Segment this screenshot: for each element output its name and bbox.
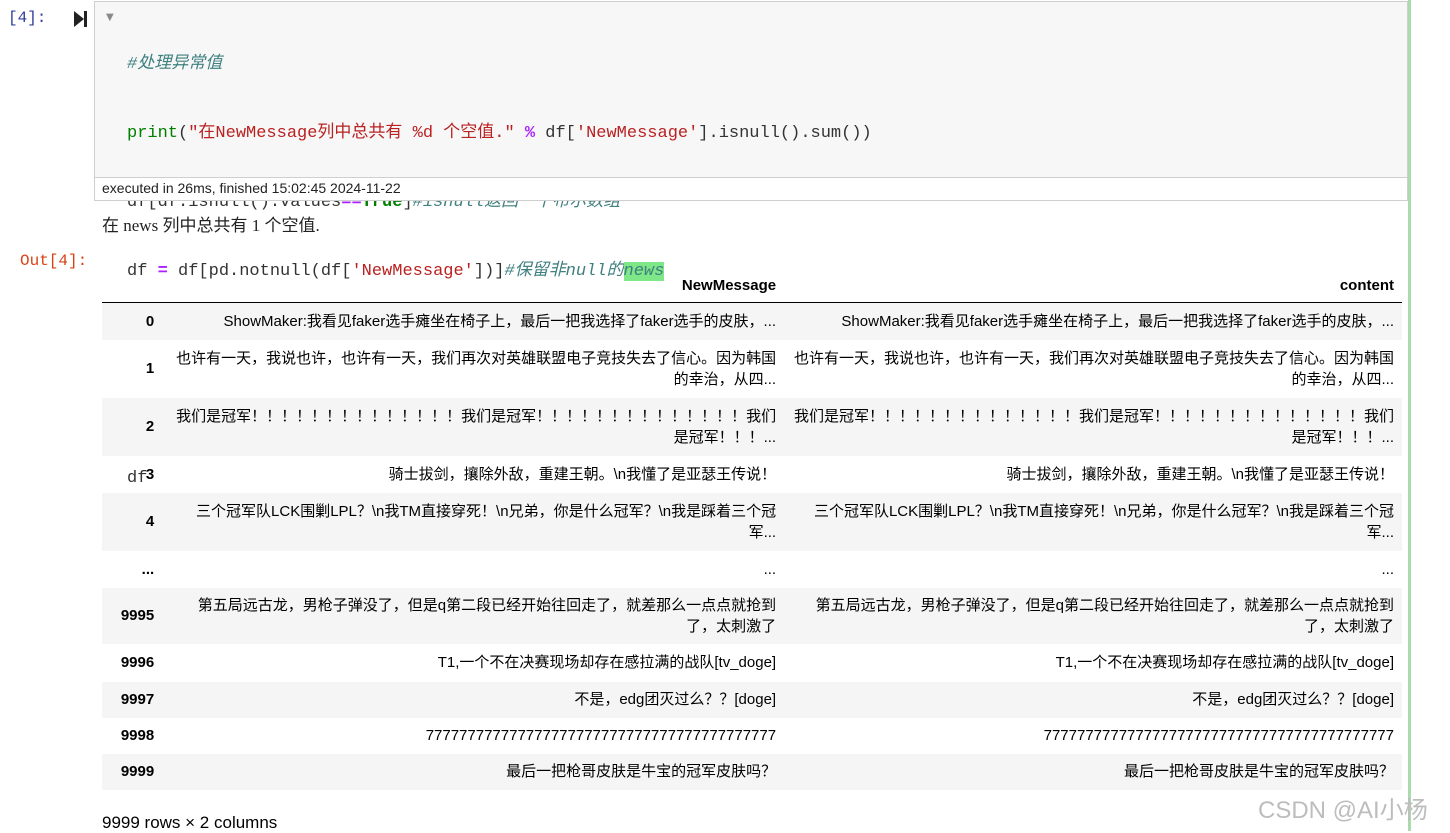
row-index: ... <box>141 560 155 578</box>
cell-newmessage: 我们是冠军！！！！！！！！！！！！！！我们是冠军！！！！！！！！！！！！！！我们… <box>176 407 777 446</box>
cell-newmessage: 也许有一天，我说也许，也许有一天，我们再次对英雄联盟电子竞技失去了信心。因为韩国… <box>176 349 777 388</box>
row-index: 0 <box>145 312 155 330</box>
cell-content: 不是，edg团灭过么？？[doge] <box>1192 691 1394 708</box>
row-index: 9996 <box>120 654 155 671</box>
code-line-1: #处理异常值 <box>127 55 223 74</box>
table-row: 0 ShowMaker:我看见faker选手瘫坐在椅子上，最后一把我选择了fak… <box>102 302 1402 340</box>
row-index: 4 <box>145 513 155 530</box>
dataframe-table: NewMessage content 0 ShowMaker:我看见faker选… <box>102 268 1402 790</box>
table-row: 9999 最后一把枪哥皮肤是牛宝的冠军皮肤吗？ 最后一把枪哥皮肤是牛宝的冠军皮肤… <box>102 753 1402 790</box>
index-header <box>102 268 167 303</box>
cell-content: ShowMaker:我看见faker选手瘫坐在椅子上，最后一把我选择了faker… <box>841 312 1394 330</box>
row-index: 1 <box>145 360 155 377</box>
row-index: 9997 <box>120 691 155 708</box>
row-index: 9998 <box>120 727 155 744</box>
collapse-arrow-icon[interactable]: ▼ <box>106 12 114 23</box>
cell-content: 骑士拔剑，攘除外敌，重建王朝。\n我懂了是亚瑟王传说！ <box>1006 465 1394 483</box>
dataframe-shape: 9999 rows × 2 columns <box>102 813 278 832</box>
table-row: 9998 77777777777777777777777777777777777… <box>102 718 1402 754</box>
cell-newmessage: ShowMaker:我看见faker选手瘫坐在椅子上，最后一把我选择了faker… <box>223 312 777 330</box>
cell-content: 第五局远古龙，男枪子弹没了，但是q第二段已经开始往回走了，就差那么一点点就抢到了… <box>815 596 1394 635</box>
row-index: 3 <box>145 465 155 483</box>
cell-newmessage: 最后一把枪哥皮肤是牛宝的冠军皮肤吗？ <box>506 763 777 780</box>
column-header-newmessage: NewMessage <box>166 268 785 303</box>
watermark: CSDN @AI小杨 <box>1258 797 1428 824</box>
cell-newmessage: 骑士拔剑，攘除外敌，重建王朝。\n我懂了是亚瑟王传说！ <box>388 465 777 483</box>
cell-newmessage: 三个冠军队LCK围剿LPL？\n我TM直接穿死！\n兄弟，你是什么冠军？\n我是… <box>196 502 777 541</box>
table-row: 9997 不是，edg团灭过么？？[doge] 不是，edg团灭过么？？[dog… <box>102 681 1402 718</box>
notebook-cell[interactable]: [4]: ▼ #处理异常值 print("在NewMessage列中总共有 %d… <box>0 0 1450 832</box>
code-line-2: print("在NewMessage列中总共有 %d 个空值." % df['N… <box>127 124 872 143</box>
table-row: 9995 第五局远古龙，男枪子弹没了，但是q第二段已经开始往回走了，就差那么一点… <box>102 587 1402 644</box>
run-cell-icon[interactable] <box>72 9 88 29</box>
input-prompt: [4]: <box>8 9 47 27</box>
cell-content: 我们是冠军！！！！！！！！！！！！！！我们是冠军！！！！！！！！！！！！！！我们… <box>793 407 1394 446</box>
cell-newmessage: ... <box>763 560 777 578</box>
cell-content: 最后一把枪哥皮肤是牛宝的冠军皮肤吗？ <box>1123 763 1394 780</box>
table-row: 4 三个冠军队LCK围剿LPL？\n我TM直接穿死！\n兄弟，你是什么冠军？\n… <box>102 492 1402 551</box>
cell-newmessage: T1,一个不在决赛现场却存在感拉满的战队[tv_doge] <box>437 654 777 671</box>
table-row: 2 我们是冠军！！！！！！！！！！！！！！我们是冠军！！！！！！！！！！！！！！… <box>102 397 1402 456</box>
stdout-output: 在 news 列中总共有 1 个空值. <box>102 216 320 235</box>
output-prompt: Out[4]: <box>20 252 88 270</box>
execution-time-text: executed in 26ms, finished 15:02:45 2024… <box>102 180 401 196</box>
row-index: 9999 <box>120 763 155 780</box>
table-row: 3 骑士拔剑，攘除外敌，重建王朝。\n我懂了是亚瑟王传说！ 骑士拔剑，攘除外敌，… <box>102 456 1402 493</box>
cell-selection-bar <box>1408 0 1411 831</box>
cell-content: ... <box>1381 560 1394 578</box>
table-header-row: NewMessage content <box>102 268 1402 303</box>
table-row: 9996 T1,一个不在决赛现场却存在感拉满的战队[tv_doge] T1,一个… <box>102 644 1402 682</box>
cell-content: 也许有一天，我说也许，也许有一天，我们再次对英雄联盟电子竞技失去了信心。因为韩国… <box>793 349 1394 388</box>
column-header-content: content <box>784 268 1402 303</box>
cell-content: 7777777777777777777777777777777777777777… <box>1043 727 1394 744</box>
cell-newmessage: 第五局远古龙，男枪子弹没了，但是q第二段已经开始往回走了，就差那么一点点就抢到了… <box>197 596 777 635</box>
table-row: 1 也许有一天，我说也许，也许有一天，我们再次对英雄联盟电子竞技失去了信心。因为… <box>102 340 1402 398</box>
cell-content: T1,一个不在决赛现场却存在感拉满的战队[tv_doge] <box>1055 654 1394 671</box>
row-index: 9995 <box>120 607 155 624</box>
cell-newmessage: 不是，edg团灭过么？？[doge] <box>574 691 777 708</box>
row-index: 2 <box>145 418 155 435</box>
table-row: ... ... ... <box>102 551 1402 588</box>
cell-content: 三个冠军队LCK围剿LPL？\n我TM直接穿死！\n兄弟，你是什么冠军？\n我是… <box>813 502 1394 541</box>
cell-newmessage: 7777777777777777777777777777777777777777… <box>425 727 777 744</box>
